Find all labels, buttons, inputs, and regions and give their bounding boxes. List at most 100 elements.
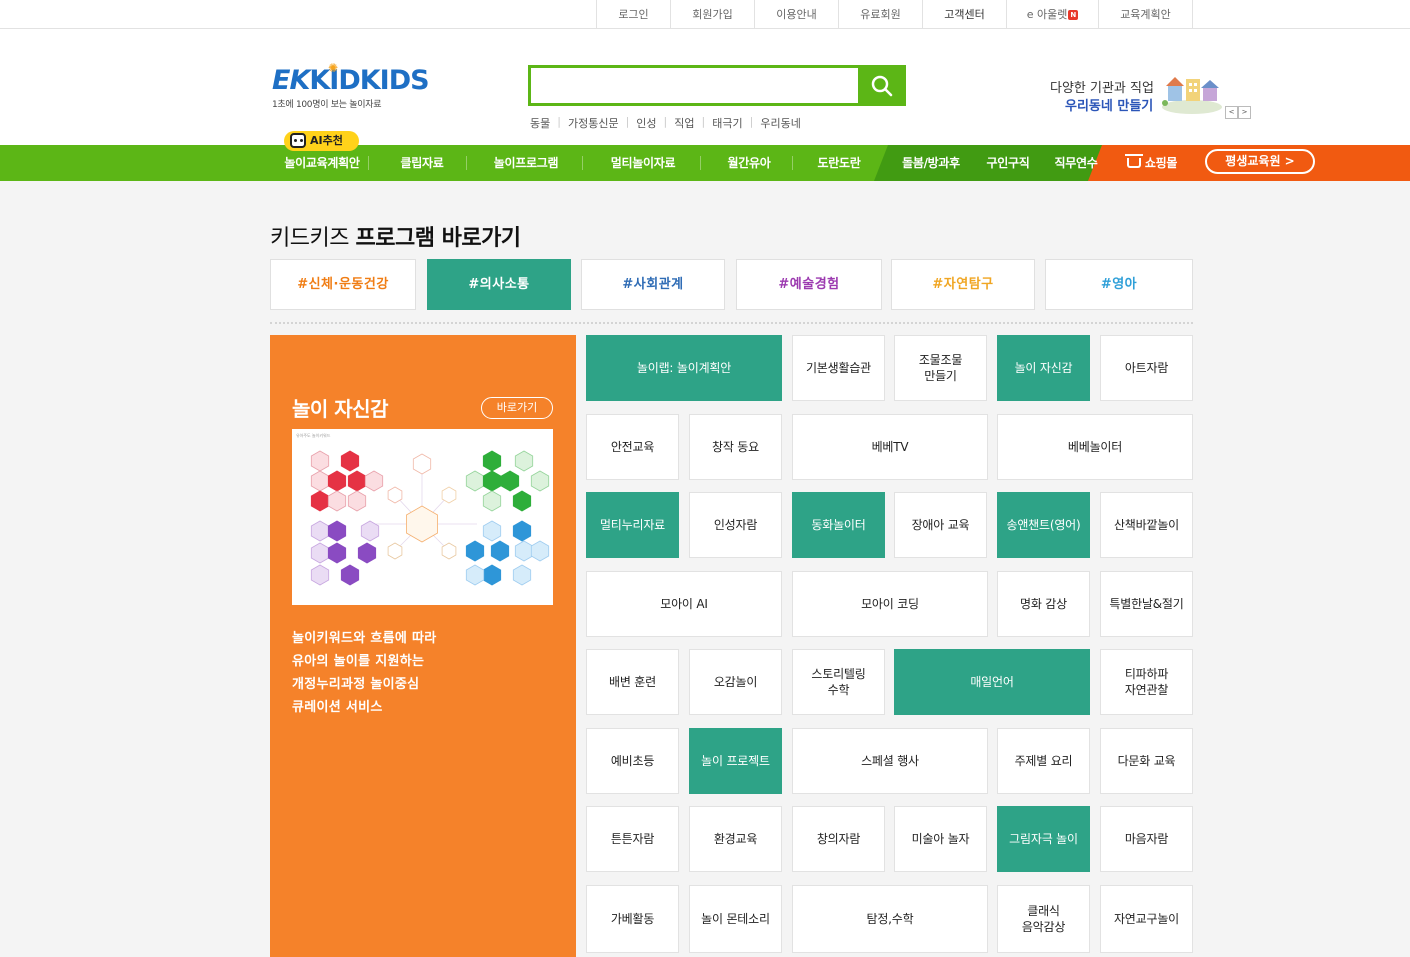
program-tile[interactable]: 명화 감상: [997, 571, 1090, 637]
nav-separator: [368, 156, 369, 170]
promo-banner[interactable]: 다양한 기관과 직업 우리동네 만들기 < >: [1050, 69, 1260, 129]
keyword-link[interactable]: 태극기: [712, 115, 742, 131]
program-tile[interactable]: 놀이 몬테소리: [689, 885, 782, 953]
program-tile[interactable]: 마음자람: [1100, 806, 1193, 872]
program-tile[interactable]: 놀이 자신감: [997, 335, 1090, 401]
program-tile[interactable]: 장애아 교육: [894, 492, 987, 558]
program-tile[interactable]: 안전교육: [586, 414, 679, 480]
util-link-customer-center[interactable]: 고객센터: [923, 0, 1007, 29]
nav-care[interactable]: 돌봄/방과후: [888, 145, 974, 181]
green-keyword-hex: [512, 490, 532, 512]
program-tile[interactable]: 놀이 프로젝트: [689, 728, 782, 794]
ai-badge-label: AI추천: [310, 134, 343, 147]
featured-description-line: 유아의 놀이를 지원하는: [292, 654, 425, 669]
program-tile[interactable]: 오감놀이: [689, 649, 782, 715]
keyword-link[interactable]: 동물: [530, 115, 550, 131]
program-tile[interactable]: 스페셜 행사: [792, 728, 988, 794]
nav-doran[interactable]: 도란도란: [798, 145, 880, 181]
search-box: [528, 65, 906, 106]
nav-jobs[interactable]: 구인구직: [976, 145, 1040, 181]
promo-prev-button[interactable]: <: [1225, 106, 1238, 119]
program-tile[interactable]: 조물조물 만들기: [894, 335, 987, 401]
program-tile[interactable]: 튼튼자람: [586, 806, 679, 872]
util-link-label: 고객센터: [944, 8, 985, 21]
topic-hex: [412, 453, 432, 475]
program-tile[interactable]: 환경교육: [689, 806, 782, 872]
util-link-label: 교육계획안: [1120, 8, 1171, 21]
program-tile[interactable]: 특별한날&절기: [1100, 571, 1193, 637]
program-tile[interactable]: 스토리텔링 수학: [792, 649, 885, 715]
util-link-paid-member[interactable]: 유료회원: [839, 0, 923, 29]
util-link-signup[interactable]: 회원가입: [671, 0, 755, 29]
section-title: 키드키즈 프로그램 바로가기: [270, 220, 521, 252]
red-keyword-hex: [327, 470, 347, 492]
tab-art[interactable]: #예술경험: [736, 259, 882, 310]
site-header: ✺ EKKIDKIDS 1초에 100명이 보는 놀이자료 동물 | 가정통신문 | 인…: [0, 29, 1410, 145]
util-link-login[interactable]: 로그인: [597, 0, 671, 29]
tab-communication[interactable]: #의사소통: [427, 259, 571, 310]
program-tile[interactable]: 놀이랩: 놀이계획안: [586, 335, 782, 401]
keyword-separator: |: [557, 115, 561, 128]
program-tile[interactable]: 아트자람: [1100, 335, 1193, 401]
search-input[interactable]: [531, 68, 853, 103]
program-tile[interactable]: 창작 동요: [689, 414, 782, 480]
keyword-separator: |: [663, 115, 668, 128]
program-tile[interactable]: 클래식 음악감상: [997, 885, 1090, 953]
featured-description-line: 놀이키워드와 흐름에 따라: [292, 631, 437, 646]
program-tile[interactable]: 가베활동: [586, 885, 679, 953]
program-tile[interactable]: 베베TV: [792, 414, 988, 480]
nav-shop[interactable]: 쇼핑몰: [1122, 145, 1182, 181]
program-tile[interactable]: 주제별 요리: [997, 728, 1090, 794]
program-tile[interactable]: 멀티누리자료: [586, 492, 679, 558]
program-tile[interactable]: 배변 훈련: [586, 649, 679, 715]
promo-next-button[interactable]: >: [1238, 106, 1251, 119]
program-tile[interactable]: 송앤챈트(영어): [997, 492, 1090, 558]
program-tile[interactable]: 탐정,수학: [792, 885, 988, 953]
keyword-link[interactable]: 직업: [674, 115, 694, 131]
keyword-link[interactable]: 가정통신문: [568, 115, 619, 131]
program-tile[interactable]: 티파하파 자연관찰: [1100, 649, 1193, 715]
program-tile[interactable]: 예비초등: [586, 728, 679, 794]
purple-keyword-hex: [327, 542, 347, 564]
program-tile[interactable]: 창의자람: [792, 806, 885, 872]
tab-nature[interactable]: #자연탐구: [891, 259, 1035, 310]
featured-image[interactable]: 유아주도 놀이키워드: [292, 429, 553, 605]
program-tile[interactable]: 베베놀이터: [997, 414, 1193, 480]
program-tile[interactable]: 미술아 놀자: [894, 806, 987, 872]
program-tile[interactable]: 동화놀이터: [792, 492, 885, 558]
program-tile[interactable]: 그림자극 놀이: [997, 806, 1090, 872]
program-tile[interactable]: 기본생활습관: [792, 335, 885, 401]
keyword-separator: |: [625, 115, 630, 128]
tab-social[interactable]: #사회관계: [581, 259, 725, 310]
util-link-guide[interactable]: 이용안내: [755, 0, 839, 29]
search-button[interactable]: [858, 65, 906, 106]
program-tile[interactable]: 매일언어: [894, 649, 1090, 715]
ai-recommend-badge[interactable]: AI추천: [284, 131, 359, 151]
nav-monthly[interactable]: 월간유아: [706, 145, 792, 181]
blue-keyword-hex: [465, 540, 485, 562]
tab-physical[interactable]: #신체·운동건강: [270, 259, 416, 310]
popular-keywords: 동물 | 가정통신문 | 인성 | 직업 | 태극기 | 우리동네: [530, 115, 801, 131]
util-link-e-outlet[interactable]: e 아울렛 N: [1007, 0, 1099, 29]
section-title-prefix: 키드키즈: [270, 226, 349, 251]
nav-training[interactable]: 직무연수: [1042, 145, 1110, 181]
keyword-link[interactable]: 우리동네: [760, 115, 800, 131]
program-tile[interactable]: 인성자람: [689, 492, 782, 558]
tab-infant[interactable]: #영아: [1045, 259, 1193, 310]
util-link-edu-plan[interactable]: 교육계획안: [1099, 0, 1193, 29]
nav-play-program[interactable]: 놀이프로그램: [470, 145, 582, 181]
keyword-link[interactable]: 인성: [636, 115, 656, 131]
program-tile[interactable]: 다문화 교육: [1100, 728, 1193, 794]
program-tile[interactable]: 산책바깥놀이: [1100, 492, 1193, 558]
program-tile[interactable]: 자연교구놀이: [1100, 885, 1193, 953]
featured-program-card[interactable]: 놀이 자신감 바로가기 유아주도 놀이키워드 놀이키워드와 흐름에 따라 유아의 …: [270, 335, 576, 957]
blue-keyword-hex: [514, 540, 534, 562]
program-tile[interactable]: 모아이 AI: [586, 571, 782, 637]
featured-go-button[interactable]: 바로가기: [481, 397, 553, 419]
nav-clip[interactable]: 클립자료: [378, 145, 466, 181]
lifelong-edu-button[interactable]: 평생교육원 >: [1205, 149, 1315, 174]
site-logo[interactable]: ✺ EKKIDKIDS 1초에 100명이 보는 놀이자료: [272, 61, 432, 117]
program-tile[interactable]: 모아이 코딩: [792, 571, 988, 637]
nav-multi-play[interactable]: 멀티놀이자료: [586, 145, 700, 181]
green-keyword-hex: [482, 470, 502, 492]
